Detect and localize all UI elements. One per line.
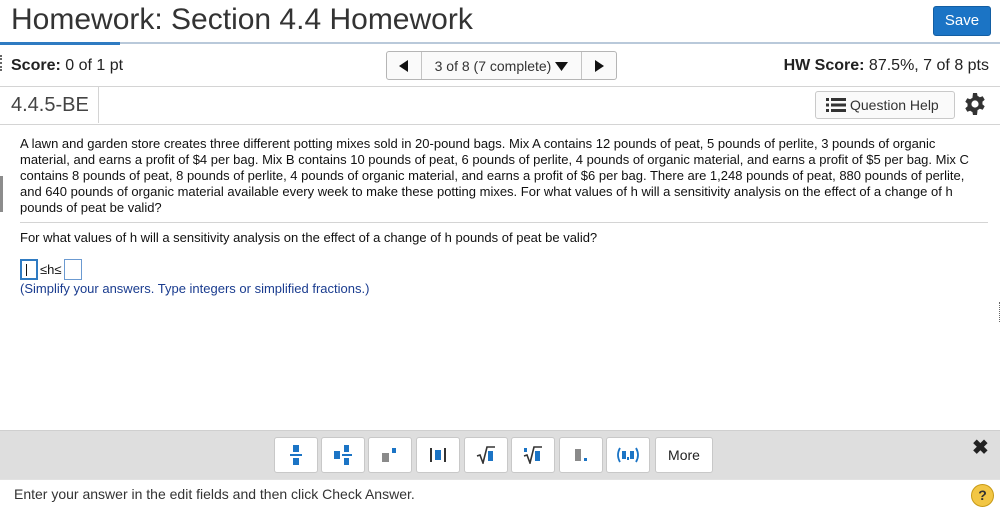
list-icon [826, 98, 846, 112]
ordered-pair-icon [617, 447, 639, 463]
question-id: 4.4.5-BE [0, 87, 99, 123]
exponent-icon [382, 448, 396, 462]
left-scroll-edge [0, 176, 3, 212]
mixed-number-icon [334, 445, 352, 465]
nth-root-icon [523, 446, 542, 464]
score: Score: 0 of 1 pt [11, 57, 123, 75]
page-title: Homework: Section 4.4 Homework [11, 3, 473, 36]
hw-score-label: HW Score: [783, 57, 865, 74]
answer-row: ≤h≤ [20, 258, 82, 280]
hw-score-value: 87.5%, 7 of 8 pts [868, 57, 989, 74]
absolute-value-icon [430, 448, 446, 462]
next-question-button[interactable] [581, 52, 616, 79]
fraction-icon [290, 445, 302, 465]
triangle-right-icon [595, 59, 604, 72]
side-panel-handle[interactable] [0, 55, 3, 71]
triangle-left-icon [399, 59, 408, 72]
square-root-icon [476, 446, 495, 464]
absolute-value-button[interactable] [416, 437, 460, 473]
fraction-button[interactable] [274, 437, 318, 473]
question-navigator: 3 of 8 (7 complete) [386, 51, 617, 80]
footer: Enter your answer in the edit fields and… [0, 479, 1000, 512]
save-button[interactable]: Save [933, 6, 991, 36]
more-button[interactable]: More [655, 437, 713, 473]
ordered-pair-button[interactable] [606, 437, 650, 473]
inequality-text: ≤h≤ [40, 261, 62, 277]
question-header: 4.4.5-BE Question Help [0, 87, 1000, 125]
question-help-button[interactable]: Question Help [815, 91, 955, 119]
score-label: Score: [11, 57, 61, 74]
close-icon[interactable]: ✖ [972, 435, 989, 460]
mixed-number-button[interactable] [321, 437, 365, 473]
question-status: 3 of 8 (7 complete) [434, 57, 552, 74]
decimal-icon [575, 449, 587, 461]
previous-question-button[interactable] [387, 52, 422, 79]
gear-icon[interactable] [963, 92, 987, 116]
question-content: A lawn and garden store creates three di… [20, 136, 988, 216]
square-root-button[interactable] [464, 437, 508, 473]
help-icon[interactable]: ? [971, 484, 994, 507]
question-select[interactable]: 3 of 8 (7 complete) [422, 52, 581, 79]
decimal-button[interactable] [559, 437, 603, 473]
question-help-label: Question Help [850, 97, 939, 113]
hw-score: HW Score: 87.5%, 7 of 8 pts [784, 57, 989, 75]
footer-instruction: Enter your answer in the edit fields and… [14, 486, 415, 502]
upper-bound-input[interactable] [63, 258, 82, 280]
triangle-down-icon [555, 61, 569, 71]
content-divider [20, 222, 988, 223]
score-value: 0 of 1 pt [65, 57, 124, 74]
math-toolbar: More ✖ [0, 430, 1000, 479]
question-prompt: For what values of h will a sensitivity … [20, 230, 598, 245]
nth-root-button[interactable] [511, 437, 555, 473]
header-divider [0, 42, 1000, 44]
problem-text: A lawn and garden store creates three di… [20, 136, 969, 215]
answer-hint: (Simplify your answers. Type integers or… [20, 281, 370, 296]
title-bar: Homework: Section 4.4 Homework Save [0, 0, 1000, 42]
score-bar: Score: 0 of 1 pt 3 of 8 (7 complete) HW … [0, 45, 1000, 87]
exponent-button[interactable] [368, 437, 412, 473]
lower-bound-input[interactable] [20, 258, 38, 280]
homework-page: Homework: Section 4.4 Homework Save Scor… [0, 0, 1000, 512]
